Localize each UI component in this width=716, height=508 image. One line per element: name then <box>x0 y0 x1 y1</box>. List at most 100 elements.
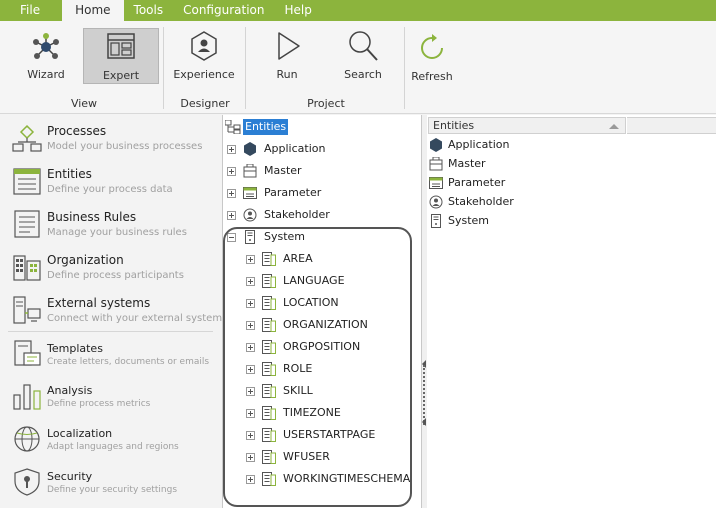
tree-node-label: USERSTARTPAGE <box>283 428 376 441</box>
nav-desc: Connect with your external systems <box>47 313 228 324</box>
nav-desc: Define your process data <box>47 184 173 195</box>
nav-item-external-systems[interactable]: External systems Connect with your exter… <box>0 294 227 334</box>
expand-icon[interactable] <box>246 475 255 484</box>
nav-title: Security <box>47 470 93 483</box>
refresh-button[interactable]: Refresh <box>408 30 456 86</box>
tree-node-system[interactable]: System <box>227 227 417 247</box>
experience-label: Experience <box>173 68 235 81</box>
expand-icon[interactable] <box>246 299 255 308</box>
nav-desc: Define process metrics <box>47 399 151 409</box>
expand-icon[interactable] <box>227 145 236 154</box>
view-group-label: View <box>70 97 98 110</box>
business-rules-icon <box>14 210 40 238</box>
master-icon <box>243 164 257 178</box>
tree-node-entity[interactable]: SKILL <box>246 381 416 401</box>
entity-table-icon <box>262 340 276 354</box>
expand-icon[interactable] <box>227 211 236 220</box>
tree-node-label: Stakeholder <box>264 208 330 221</box>
expand-icon[interactable] <box>246 321 255 330</box>
stakeholder-icon <box>429 195 443 209</box>
shield-icon <box>14 468 40 496</box>
expand-icon[interactable] <box>246 277 255 286</box>
entity-table-icon <box>262 318 276 332</box>
nav-item-processes[interactable]: Processes Model your business processes <box>0 122 222 162</box>
tree-node-stakeholder[interactable]: Stakeholder <box>227 205 417 225</box>
tree-node-label: ORGPOSITION <box>283 340 361 353</box>
tree-root-icon <box>225 120 241 134</box>
nav-title: Organization <box>47 253 124 267</box>
menu-tools[interactable]: Tools <box>124 0 174 21</box>
tree-node-entity[interactable]: ORGANIZATION <box>246 315 416 335</box>
entity-table-icon <box>262 252 276 266</box>
entity-table-icon <box>262 362 276 376</box>
expand-icon[interactable] <box>246 255 255 264</box>
tree-node-label: Application <box>264 142 326 155</box>
entity-list: Entities Application Master Parameter St… <box>427 115 716 508</box>
tree-node-label: LANGUAGE <box>283 274 345 287</box>
expand-icon[interactable] <box>246 431 255 440</box>
templates-icon <box>14 340 41 366</box>
system-icon <box>431 214 441 228</box>
expand-icon[interactable] <box>246 453 255 462</box>
column-header-label: Entities <box>433 119 475 132</box>
tree-node-label: Master <box>264 164 302 177</box>
expert-button[interactable]: Expert <box>83 28 159 84</box>
nav-item-localization[interactable]: Localization Adapt languages and regions <box>0 422 222 462</box>
nav-item-security[interactable]: Security Define your security settings <box>0 465 222 505</box>
tree-node-application[interactable]: Application <box>227 139 417 159</box>
tree-node-entity[interactable]: WFUSER <box>246 447 416 467</box>
menu-file[interactable]: File <box>0 0 62 21</box>
list-item-label: System <box>448 214 490 227</box>
play-icon <box>278 32 300 60</box>
tree-node-master[interactable]: Master <box>227 161 417 181</box>
tree-node-entity[interactable]: ORGPOSITION <box>246 337 416 357</box>
system-icon <box>245 230 255 244</box>
parameter-icon <box>429 177 443 189</box>
expand-icon[interactable] <box>246 343 255 352</box>
nav-item-organization[interactable]: Organization Define process participants <box>0 251 222 291</box>
designer-group-label: Designer <box>180 97 230 110</box>
tree-node-label: AREA <box>283 252 313 265</box>
tree-node-entity[interactable]: AREA <box>246 249 416 269</box>
refresh-label: Refresh <box>411 70 453 83</box>
project-group-label: Project <box>307 97 345 110</box>
wizard-button[interactable]: Wizard <box>18 28 74 84</box>
tree-node-entity[interactable]: TIMEZONE <box>246 403 416 423</box>
expand-icon[interactable] <box>246 365 255 374</box>
expand-icon[interactable] <box>227 167 236 176</box>
nav-title: Business Rules <box>47 210 137 224</box>
menu-home[interactable]: Home <box>62 0 124 21</box>
left-navigation: Processes Model your business processes … <box>0 115 227 508</box>
parameter-icon <box>243 187 257 199</box>
experience-icon <box>191 31 217 61</box>
tree-node-entity[interactable]: USERSTARTPAGE <box>246 425 416 445</box>
run-button[interactable]: Run <box>260 28 314 84</box>
sort-arrow-icon <box>609 124 619 129</box>
expand-icon[interactable] <box>246 387 255 396</box>
collapse-icon[interactable] <box>227 233 236 242</box>
analysis-icon <box>13 384 41 410</box>
experience-button[interactable]: Experience <box>172 28 236 84</box>
nav-item-templates[interactable]: Templates Create letters, documents or e… <box>0 337 222 377</box>
tree-node-entity[interactable]: LOCATION <box>246 293 416 313</box>
collapse-arrow-icon[interactable] <box>422 418 426 426</box>
nav-item-analysis[interactable]: Analysis Define process metrics <box>0 379 222 419</box>
splitter-grip[interactable] <box>423 365 425 425</box>
tree-node-entity[interactable]: ROLE <box>246 359 416 379</box>
menu-configuration[interactable]: Configuration <box>173 0 274 21</box>
tree-node-parameter[interactable]: Parameter <box>227 183 417 203</box>
nav-item-business-rules[interactable]: Business Rules Manage your business rule… <box>0 208 222 248</box>
menu-help[interactable]: Help <box>274 0 321 21</box>
run-label: Run <box>276 68 298 81</box>
tree-node-entity[interactable]: LANGUAGE <box>246 271 416 291</box>
tree-node-label: LOCATION <box>283 296 339 309</box>
search-button[interactable]: Search <box>336 28 390 84</box>
tree-node-label: ROLE <box>283 362 313 375</box>
expand-icon[interactable] <box>227 189 236 198</box>
entity-table-icon <box>262 274 276 288</box>
nav-desc: Adapt languages and regions <box>47 442 179 452</box>
tree-node-entity[interactable]: WORKINGTIMESCHEMA <box>246 469 416 489</box>
nav-item-entities[interactable]: Entities Define your process data <box>0 165 222 205</box>
expand-icon[interactable] <box>246 409 255 418</box>
list-column-header[interactable]: Entities <box>428 117 626 134</box>
